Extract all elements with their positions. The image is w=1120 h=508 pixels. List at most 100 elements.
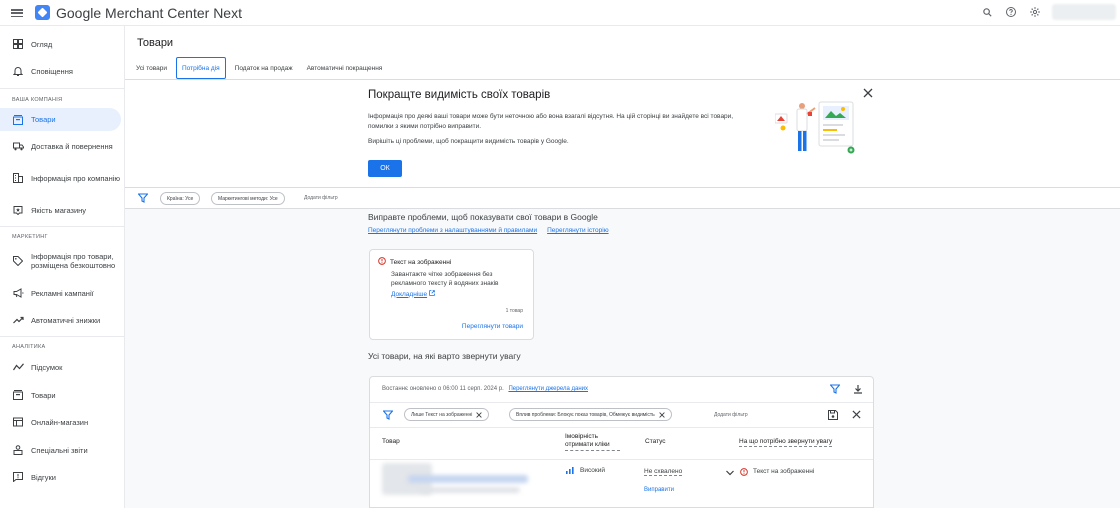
- products-icon: [12, 114, 24, 126]
- view-products-button[interactable]: Переглянути товари: [462, 323, 523, 330]
- filter-icon[interactable]: [137, 193, 149, 203]
- column-header-product[interactable]: Товар: [382, 438, 400, 446]
- menu-icon[interactable]: [11, 7, 23, 19]
- megaphone-icon: [12, 287, 24, 299]
- add-filter-button[interactable]: Додати фільтр: [304, 195, 338, 201]
- sidebar: Огляд Сповіщення ВАША КОМПАНІЯ Товари До…: [0, 26, 125, 508]
- store-quality-icon: [12, 204, 24, 216]
- issue-product-count: 1 товар: [505, 308, 523, 314]
- section-label-marketing: МАРКЕТИНГ: [12, 234, 48, 240]
- help-icon[interactable]: [1004, 5, 1018, 19]
- sidebar-item-auto-discounts[interactable]: Автоматичні знижки: [0, 309, 121, 331]
- download-icon[interactable]: [853, 384, 863, 396]
- app-title: Google Merchant Center Next: [56, 5, 242, 21]
- visibility-banner: Покращте видимість своїх товарів Інформа…: [125, 80, 1120, 187]
- attention-section-title: Усі товари, на які варто звернути увагу: [368, 351, 521, 361]
- sidebar-item-free-listings[interactable]: Інформація про товари, розміщена безкошт…: [0, 246, 121, 276]
- sidebar-item-feedback[interactable]: Відгуки: [0, 466, 121, 488]
- sidebar-item-overview[interactable]: Огляд: [0, 33, 121, 55]
- section-label-analytics: АНАЛІТИКА: [12, 344, 46, 350]
- feedback-icon: [12, 471, 24, 483]
- error-icon: [740, 468, 748, 478]
- sidebar-item-label: Огляд: [31, 39, 53, 49]
- history-link[interactable]: Переглянути історію: [547, 227, 608, 234]
- sidebar-item-label: Інформація про компанію: [31, 173, 121, 183]
- page-title: Товари: [137, 37, 174, 49]
- sidebar-item-business-info[interactable]: Інформація про компанію: [0, 164, 121, 192]
- sidebar-item-label: Автоматичні знижки: [31, 315, 101, 325]
- data-sources-link[interactable]: Переглянути джерела даних: [508, 386, 588, 392]
- filter-chip-issue-impact[interactable]: Вплив проблеми: Блокує показ товарів, Об…: [509, 408, 672, 421]
- click-likelihood-value: Високий: [580, 467, 606, 474]
- fix-button[interactable]: Виправити: [644, 487, 674, 493]
- sidebar-item-label: Сповіщення: [31, 66, 73, 76]
- tab-auto-improvements[interactable]: Автоматичні покращення: [302, 57, 388, 79]
- add-filter-button[interactable]: Додати фільтр: [714, 412, 748, 418]
- close-icon[interactable]: [852, 410, 861, 421]
- sidebar-item-store-quality[interactable]: Якість магазину: [0, 199, 121, 221]
- sidebar-item-summary[interactable]: Підсумок: [0, 356, 121, 378]
- banner-subtext: Вирішіть ці проблеми, щоб покращити види…: [368, 138, 569, 145]
- sidebar-item-label: Інформація про товари, розміщена безкошт…: [31, 252, 116, 270]
- close-icon[interactable]: [476, 411, 483, 418]
- issue-description: Завантажте чітке зображення без рекламно…: [391, 271, 499, 288]
- gear-icon[interactable]: [1028, 5, 1042, 19]
- sidebar-item-shipping[interactable]: Доставка й повернення: [0, 135, 121, 157]
- column-header-click-likelihood[interactable]: Імовірність отримати кліки: [565, 433, 620, 451]
- sidebar-item-label: Онлайн-магазин: [31, 417, 89, 427]
- issue-title: Текст на зображенні: [390, 258, 452, 266]
- sidebar-item-analytics-products[interactable]: Товари: [0, 384, 121, 406]
- truck-icon: [12, 140, 24, 152]
- sidebar-item-label: Підсумок: [31, 362, 63, 372]
- settings-issues-link[interactable]: Переглянути проблеми з налаштуваннями й …: [368, 227, 537, 234]
- banner-illustration-icon: [774, 98, 865, 158]
- business-icon: [12, 172, 24, 184]
- error-icon: [378, 257, 386, 267]
- sidebar-item-notifications[interactable]: Сповіщення: [0, 60, 121, 82]
- tab-action-needed[interactable]: Потрібна дія: [175, 57, 226, 79]
- sidebar-item-products[interactable]: Товари: [0, 108, 121, 131]
- search-icon[interactable]: [980, 5, 994, 19]
- sidebar-item-label: Рекламні кампанії: [31, 288, 94, 298]
- sidebar-item-label: Відгуки: [31, 472, 57, 482]
- merchant-center-logo: [35, 5, 50, 20]
- filter-icon[interactable]: [382, 410, 394, 422]
- filter-bar: Країна: Усе Маркетингові методи: Усе Дод…: [125, 187, 1120, 209]
- trend-icon: [12, 314, 24, 326]
- sidebar-item-custom-reports[interactable]: Спеціальні звіти: [0, 439, 121, 461]
- status-badge[interactable]: Не схвалено: [644, 468, 683, 476]
- sidebar-item-label: Доставка й повернення: [31, 141, 113, 151]
- close-icon[interactable]: [659, 411, 665, 418]
- signal-bars-icon: [566, 467, 574, 476]
- filter-chip-marketing-methods[interactable]: Маркетингові методи: Усе: [211, 192, 285, 205]
- save-icon[interactable]: [828, 410, 838, 422]
- sidebar-item-campaigns[interactable]: Рекламні кампанії: [0, 282, 121, 304]
- banner-title: Покращте видимість своїх товарів: [368, 89, 551, 101]
- close-icon[interactable]: [863, 88, 873, 98]
- tab-sales-tax[interactable]: Податок на продаж: [230, 57, 298, 79]
- sidebar-item-label: Спеціальні звіти: [31, 445, 88, 455]
- external-link-icon: [429, 290, 435, 298]
- tab-bar: Усі товари Потрібна дія Податок на прода…: [131, 57, 391, 79]
- product-title[interactable]: [408, 475, 528, 483]
- top-app-bar: Google Merchant Center Next: [0, 0, 1120, 26]
- ok-button[interactable]: ОК: [368, 160, 402, 177]
- dashboard-icon: [12, 38, 24, 50]
- filter-chip-country[interactable]: Країна: Усе: [160, 192, 201, 205]
- tab-all-products[interactable]: Усі товари: [131, 57, 172, 79]
- storefront-icon: [12, 416, 24, 428]
- filter-chip-text-on-image[interactable]: Лише Текст на зображенні: [404, 408, 490, 421]
- sidebar-item-label: Товари: [31, 115, 56, 124]
- sidebar-item-online-store[interactable]: Онлайн-магазин: [0, 411, 121, 433]
- chevron-down-icon[interactable]: [726, 469, 734, 478]
- filter-icon[interactable]: [829, 384, 841, 396]
- sidebar-item-label: Якість магазину: [31, 205, 87, 215]
- account-avatar[interactable]: [1052, 4, 1116, 20]
- person-report-icon: [12, 444, 24, 456]
- section-label-business: ВАША КОМПАНІЯ: [12, 97, 63, 103]
- banner-description: Інформація про деякі ваші товари може бу…: [368, 113, 734, 131]
- products-table-card: Востаннє оновлено о 06:00 11 серп. 2024 …: [369, 376, 874, 508]
- column-header-attention[interactable]: На що потрібно звернути увагу: [739, 438, 833, 448]
- column-header-status[interactable]: Статус: [645, 438, 666, 446]
- learn-more-link[interactable]: Докладніше: [391, 290, 435, 298]
